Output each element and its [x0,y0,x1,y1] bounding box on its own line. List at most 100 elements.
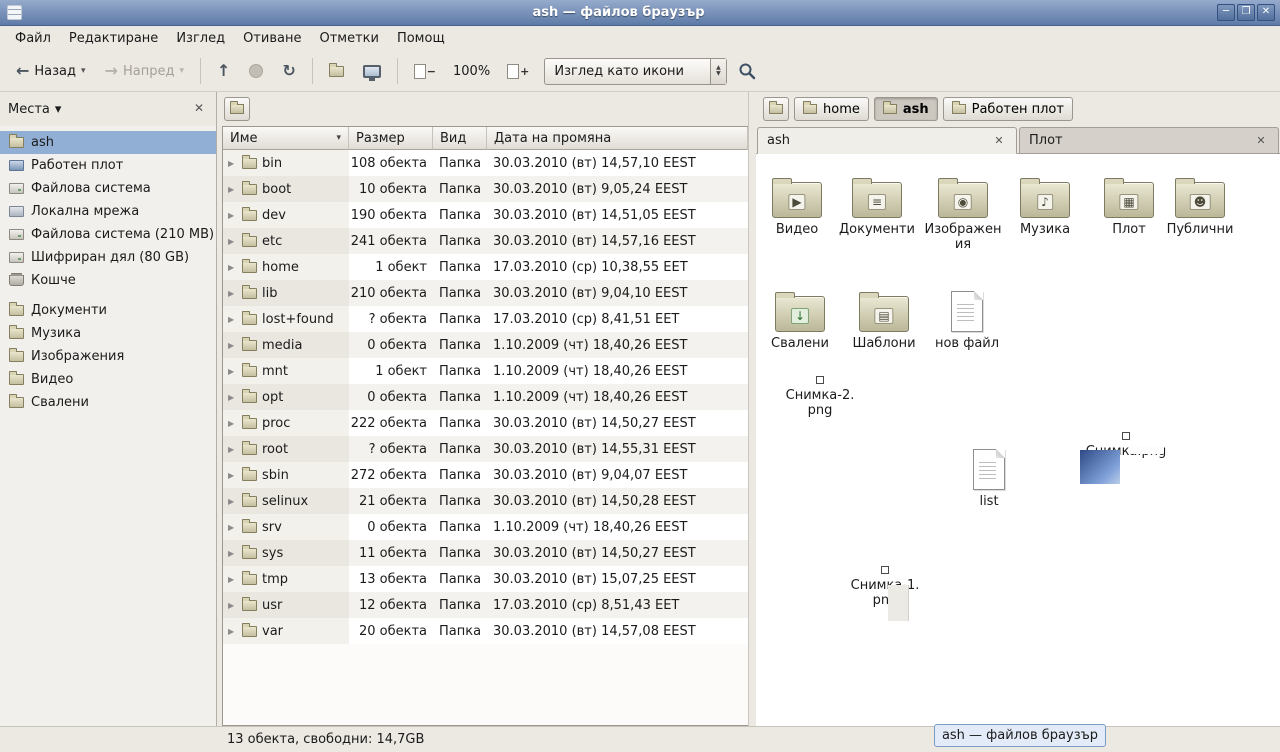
tab[interactable]: ash ✕ [757,127,1017,154]
menu-item[interactable]: Помощ [388,28,454,49]
file-row[interactable]: ▶ lib 210 обекта Папка 30.03.2010 (вт) 9… [223,280,748,306]
expander-icon[interactable]: ▶ [228,497,237,506]
expander-icon[interactable]: ▶ [228,419,237,428]
zoom-out-button[interactable]: − [406,56,444,86]
up-button[interactable]: ↑ [209,56,238,86]
minimize-button[interactable]: ─ [1217,4,1235,21]
file-row[interactable]: ▶ media 0 обекта Папка 1.10.2009 (чт) 18… [223,332,748,358]
sidebar-item[interactable]: Работен плот [0,154,216,177]
menu-item[interactable]: Отметки [310,28,387,49]
expander-icon[interactable]: ▶ [228,471,237,480]
spinner-arrows-icon[interactable]: ▲▼ [710,59,726,84]
file-row[interactable]: ▶ bin 108 обекта Папка 30.03.2010 (вт) 1… [223,150,748,176]
file-row[interactable]: ▶ tmp 13 обекта Папка 30.03.2010 (вт) 15… [223,566,748,592]
expander-icon[interactable]: ▶ [228,445,237,454]
pane-splitter[interactable] [748,92,756,726]
back-history-chevron-icon[interactable]: ▾ [81,66,86,76]
close-button[interactable]: ✕ [1257,4,1275,21]
expander-icon[interactable]: ▶ [228,185,237,194]
file-row[interactable]: ▶ lost+found ? обекта Папка 17.03.2010 (… [223,306,748,332]
file-row[interactable]: ▶ sys 11 обекта Папка 30.03.2010 (вт) 14… [223,540,748,566]
taskbar-window-button[interactable]: ash — файлов браузър [934,724,1106,747]
path-button[interactable]: home [794,97,869,121]
icon-item[interactable]: Снимка.png [1074,432,1178,459]
menu-item[interactable]: Отиване [234,28,310,49]
expander-icon[interactable]: ▶ [228,289,237,298]
icon-item[interactable]: ▦ Плот [1091,172,1167,237]
window-menu-icon[interactable] [7,5,22,20]
sidebar-item[interactable]: ash [0,131,216,154]
sidebar-item[interactable]: Изображения [0,345,216,368]
expander-icon[interactable]: ▶ [228,523,237,532]
expander-icon[interactable]: ▶ [228,601,237,610]
tab-close-icon[interactable]: ✕ [991,134,1007,147]
file-row[interactable]: ▶ proc 222 обекта Папка 30.03.2010 (вт) … [223,410,748,436]
menu-item[interactable]: Файл [6,28,60,49]
zoom-in-button[interactable]: + [499,56,537,86]
stop-button[interactable] [241,56,271,86]
file-row[interactable]: ▶ var 20 обекта Папка 30.03.2010 (вт) 14… [223,618,748,644]
file-row[interactable]: ▶ dev 190 обекта Папка 30.03.2010 (вт) 1… [223,202,748,228]
icon-item[interactable]: Снимка-1. png [833,566,937,608]
column-header-type[interactable]: Вид [433,127,487,150]
file-row[interactable]: ▶ sbin 272 обекта Папка 30.03.2010 (вт) … [223,462,748,488]
sidebar-item[interactable]: Кошче [0,269,216,292]
icon-item[interactable]: Снимка-2. png [768,376,872,418]
expander-icon[interactable]: ▶ [228,315,237,324]
sidebar-item[interactable]: Свалени [0,391,216,414]
sidebar-mode-dropdown[interactable]: Места ▾ [8,102,61,117]
column-header-size[interactable]: Размер [349,127,433,150]
expander-icon[interactable]: ▶ [228,341,237,350]
sidebar-close-icon[interactable]: ✕ [190,100,208,118]
icon-item[interactable]: ◉ Изображен ия [925,172,1001,252]
sidebar-item[interactable]: Видео [0,368,216,391]
path-button[interactable]: Работен плот [943,97,1073,121]
expander-icon[interactable]: ▶ [228,367,237,376]
forward-button[interactable]: → Напред ▾ [97,56,192,86]
file-row[interactable]: ▶ opt 0 обекта Папка 1.10.2009 (чт) 18,4… [223,384,748,410]
back-button[interactable]: ← Назад ▾ [8,56,94,86]
home-button[interactable] [321,56,352,86]
icon-item[interactable]: ▶ Видео [759,172,835,237]
file-row[interactable]: ▶ mnt 1 обект Папка 1.10.2009 (чт) 18,40… [223,358,748,384]
file-row[interactable]: ▶ boot 10 обекта Папка 30.03.2010 (вт) 9… [223,176,748,202]
path-button[interactable]: ash [874,97,938,121]
file-row[interactable]: ▶ root ? обекта Папка 30.03.2010 (вт) 14… [223,436,748,462]
sidebar-item[interactable]: Локална мрежа [0,200,216,223]
maximize-button[interactable]: ❐ [1237,4,1255,21]
reload-button[interactable]: ↻ [274,56,303,86]
icon-item[interactable]: нов файл [929,286,1005,351]
icon-item[interactable]: ☻ Публични [1162,172,1238,237]
filesystem-root-button[interactable] [224,97,250,121]
sidebar-item[interactable]: Файлова система [0,177,216,200]
menu-item[interactable]: Редактиране [60,28,167,49]
view-mode-dropdown[interactable]: Изглед като икони ▲▼ [544,58,727,85]
menu-item[interactable]: Изглед [167,28,234,49]
expander-icon[interactable]: ▶ [228,575,237,584]
column-header-name[interactable]: Име ▾ [223,127,349,150]
expander-icon[interactable]: ▶ [228,211,237,220]
expander-icon[interactable]: ▶ [228,263,237,272]
tab[interactable]: Плот ✕ [1019,127,1279,153]
icon-view[interactable]: ▶ Видео ≡ Документи [756,154,1280,726]
expander-icon[interactable]: ▶ [228,627,237,636]
tab-close-icon[interactable]: ✕ [1253,134,1269,147]
file-row[interactable]: ▶ srv 0 обекта Папка 1.10.2009 (чт) 18,4… [223,514,748,540]
file-row[interactable]: ▶ home 1 обект Папка 17.03.2010 (ср) 10,… [223,254,748,280]
search-button[interactable] [730,56,764,86]
expander-icon[interactable]: ▶ [228,393,237,402]
computer-button[interactable] [355,56,389,86]
expander-icon[interactable]: ▶ [228,159,237,168]
file-row[interactable]: ▶ usr 12 обекта Папка 17.03.2010 (ср) 8,… [223,592,748,618]
path-root-button[interactable] [763,97,789,121]
column-header-date[interactable]: Дата на промяна [487,127,748,150]
icon-item[interactable]: ▤ Шаблони [846,286,922,351]
expander-icon[interactable]: ▶ [228,549,237,558]
expander-icon[interactable]: ▶ [228,237,237,246]
icon-item[interactable]: ♪ Музика [1007,172,1083,237]
file-row[interactable]: ▶ etc 241 обекта Папка 30.03.2010 (вт) 1… [223,228,748,254]
sidebar-item[interactable]: Музика [0,322,216,345]
sidebar-item[interactable]: Шифриран дял (80 GB) [0,246,216,269]
sidebar-item[interactable]: Документи [0,299,216,322]
sidebar-item[interactable]: Файлова система (210 MB) [0,223,216,246]
